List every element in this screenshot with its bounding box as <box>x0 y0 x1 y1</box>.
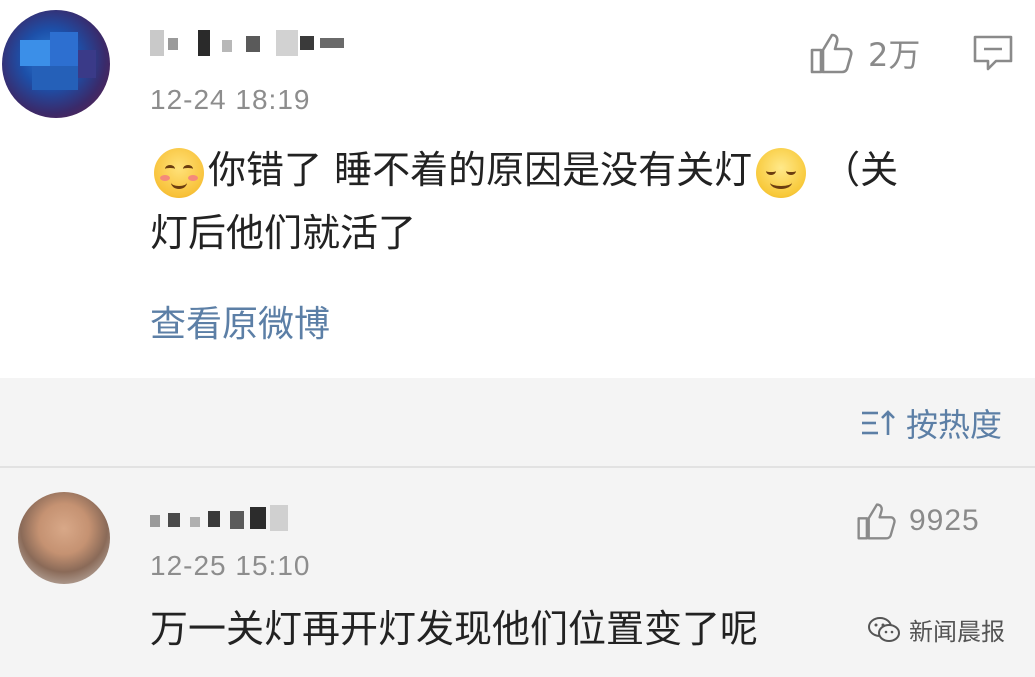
avatar[interactable] <box>18 492 110 584</box>
like-button[interactable]: 9925 <box>855 500 980 542</box>
like-count: 9925 <box>909 504 980 537</box>
comment-text-part: 你错了 睡不着的原因是没有关灯 <box>208 148 753 192</box>
sort-icon <box>861 410 895 435</box>
comment-time: 12-24 18:19 <box>150 84 311 115</box>
username-blurred[interactable] <box>150 30 345 56</box>
sort-by-hot-button[interactable]: 按热度 <box>860 400 1002 446</box>
like-button[interactable]: 2万 <box>808 30 920 76</box>
thumbs-up-icon <box>857 503 896 540</box>
username-blurred[interactable] <box>150 505 290 531</box>
thumbs-up-icon <box>810 33 853 74</box>
comment-text: 万一关灯再开灯发现他们位置变了呢 <box>150 607 759 651</box>
divider <box>0 466 1035 468</box>
comment-text: 你错了 睡不着的原因是没有关灯 （关 <box>150 142 1030 198</box>
source-watermark: 新闻晨报 <box>867 612 1005 647</box>
comment-time: 12-25 15:10 <box>150 550 311 581</box>
blush-emoji-icon <box>154 147 204 198</box>
like-count: 2万 <box>868 36 921 74</box>
wechat-icon <box>868 616 900 642</box>
sort-label: 按热度 <box>905 406 1002 444</box>
watermark-text: 新闻晨报 <box>909 618 1005 646</box>
smirk-emoji-icon <box>756 147 807 198</box>
view-original-link[interactable]: 查看原微博 <box>150 295 330 347</box>
comment-text-part: （关 <box>822 148 899 192</box>
comment-text-line: 灯后他们就活了 <box>150 211 417 255</box>
avatar[interactable] <box>2 10 110 118</box>
comment-icon[interactable] <box>972 34 1014 76</box>
